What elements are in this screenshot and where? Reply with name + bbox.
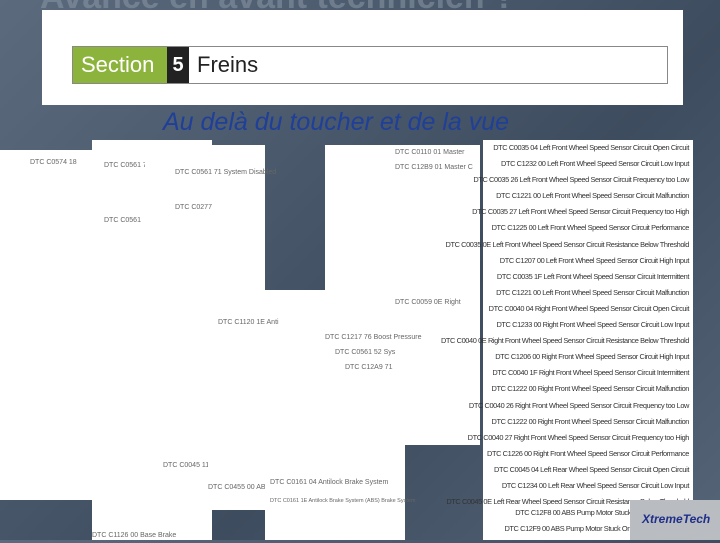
- dtc-item: DTC C0040 04 Right Front Wheel Speed Sen…: [488, 303, 690, 313]
- section-banner: Section 5 Freins: [72, 46, 668, 84]
- dtc-item: DTC C1221 00 Left Front Wheel Speed Sens…: [496, 191, 689, 201]
- logo-text: XtremeTech: [642, 512, 711, 526]
- bg-text: DTC C0277: [175, 204, 212, 211]
- dtc-item: DTC C0040 27 Right Front Wheel Speed Sen…: [467, 432, 690, 442]
- dtc-item: DTC C1222 00 Right Front Wheel Speed Sen…: [491, 416, 690, 426]
- dtc-item: DTC C1206 00 Right Front Wheel Speed Sen…: [495, 352, 689, 362]
- dtc-item: DTC C12F8 00 ABS Pump Motor Stuck: [515, 508, 631, 517]
- bg-text: DTC C12B9 01 Master C: [395, 164, 473, 171]
- dtc-item: DTC C1225 00 Left Front Wheel Speed Sens…: [491, 223, 690, 233]
- bg-list-7: DTC C0045 11: [145, 440, 210, 500]
- dtc-item: DTC C0035 26 Left Front Wheel Speed Sens…: [473, 175, 689, 185]
- xtremetech-logo: XtremeTech: [630, 500, 720, 540]
- dtc-item: DTC C1232 00 Left Front Wheel Speed Sens…: [501, 159, 689, 169]
- dtc-item: DTC C0040 1F Right Front Wheel Speed Sen…: [492, 368, 689, 378]
- dtc-item: DTC C1221 00 Left Front Wheel Speed Sens…: [496, 287, 689, 297]
- bg-text: DTC C0561 71 System Disabled: [175, 169, 277, 176]
- bg-text: DTC C12A9 71: [345, 364, 393, 371]
- dtc-item: DTC C0040 26 Right Front Wheel Speed Sen…: [468, 400, 690, 410]
- dtc-item: DTC C12F9 00 ABS Pump Motor Stuck On: [504, 524, 632, 534]
- bg-text: DTC C0110 01 Master: [395, 149, 465, 156]
- dtc-item: DTC C1207 00 Left Front Wheel Speed Sens…: [499, 255, 690, 265]
- dtc-item: DTC C0035 27 Left Front Wheel Speed Sens…: [472, 207, 689, 217]
- bg-list-6: DTC C0110 01 Master DTC C12B9 01 Master …: [325, 145, 480, 445]
- dtc-list: DTC C0035 04 Left Front Wheel Speed Sens…: [441, 140, 693, 512]
- dtc-item: DTC C1222 00 Right Front Wheel Speed Sen…: [491, 384, 690, 394]
- dtc-item: DTC C0035 04 Left Front Wheel Speed Sens…: [493, 143, 689, 152]
- bg-text: DTC C0161 1E Antilock Brake System (ABS)…: [270, 498, 416, 504]
- dtc-item: DTC C0035 1F Left Front Wheel Speed Sens…: [496, 271, 690, 281]
- dtc-list-tail: DTC C12F8 00 ABS Pump Motor Stuck DTC C1…: [483, 505, 635, 540]
- dtc-item: DTC C0045 04 Left Rear Wheel Speed Senso…: [494, 464, 689, 474]
- bg-list-3: DTC C0561 71 System Disabled DTC C0277: [145, 145, 277, 295]
- dtc-item: DTC C0035 0E Left Front Wheel Speed Sens…: [445, 239, 690, 249]
- slide-subtitle: Au delà du toucher et de la vue: [163, 108, 510, 136]
- dtc-item: DTC C1233 00 Right Front Wheel Speed Sen…: [496, 320, 690, 330]
- dtc-item: DTC C1226 00 Right Front Wheel Speed Sen…: [487, 448, 689, 458]
- dtc-item: DTC C1234 00 Left Rear Wheel Speed Senso…: [501, 480, 690, 490]
- section-label: Section: [73, 47, 167, 83]
- bg-text: DTC C1120 1E Anti: [218, 319, 279, 326]
- section-name: Freins: [189, 47, 667, 83]
- bg-text: DTC C0045 11: [163, 462, 210, 469]
- section-number: 5: [167, 47, 189, 83]
- dtc-item: DTC C0040 0E Right Front Wheel Speed Sen…: [441, 336, 689, 346]
